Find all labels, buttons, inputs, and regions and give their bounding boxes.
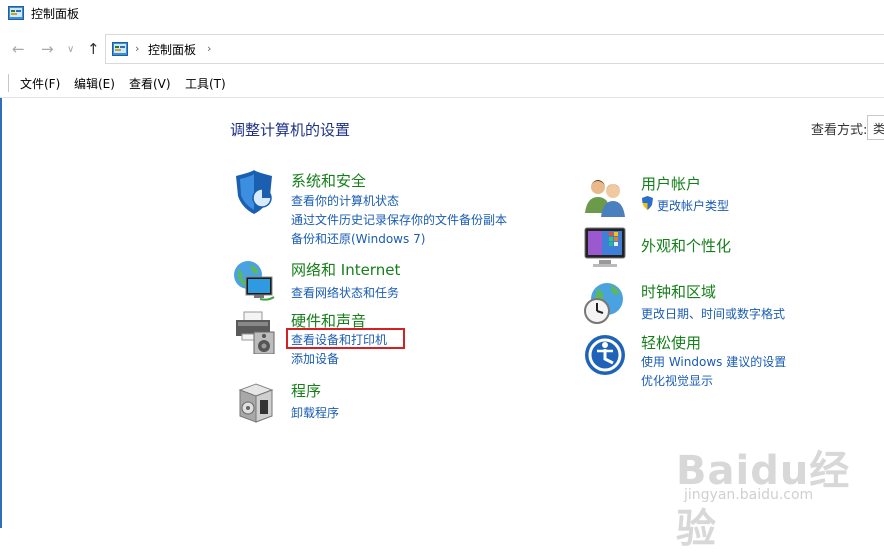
printer-speaker-icon[interactable] bbox=[232, 310, 276, 354]
link-file-history-backup[interactable]: 通过文件历史记录保存你的文件备份副本 bbox=[291, 211, 507, 228]
baidu-watermark-url: jingyan.baidu.com bbox=[684, 487, 814, 503]
page-title: 调整计算机的设置 bbox=[230, 121, 351, 139]
menu-grip bbox=[8, 74, 9, 92]
view-by-dropdown[interactable]: 类 bbox=[867, 115, 884, 140]
category-system-security[interactable]: 系统和安全 bbox=[291, 170, 366, 191]
menu-view[interactable]: 查看(V) bbox=[129, 75, 171, 92]
up-button[interactable]: ↑ bbox=[87, 40, 100, 58]
accessibility-icon[interactable] bbox=[583, 333, 627, 377]
clock-globe-icon[interactable] bbox=[583, 281, 627, 325]
category-appearance-personalization[interactable]: 外观和个性化 bbox=[641, 235, 731, 256]
link-change-account-type[interactable]: 更改帐户类型 bbox=[657, 197, 729, 214]
breadcrumb-control-panel[interactable]: 控制面板 bbox=[148, 41, 196, 58]
link-uninstall-program[interactable]: 卸载程序 bbox=[291, 404, 339, 421]
link-recommended-settings[interactable]: 使用 Windows 建议的设置 bbox=[641, 353, 786, 370]
link-view-computer-status[interactable]: 查看你的计算机状态 bbox=[291, 192, 399, 209]
category-clock-region[interactable]: 时钟和区域 bbox=[641, 281, 716, 302]
users-icon[interactable] bbox=[583, 173, 627, 217]
uac-shield-icon bbox=[642, 196, 653, 210]
link-optimize-visual-display[interactable]: 优化视觉显示 bbox=[641, 372, 713, 389]
category-user-accounts[interactable]: 用户帐户 bbox=[641, 173, 701, 194]
menu-file[interactable]: 文件(F) bbox=[20, 75, 60, 92]
globe-network-icon[interactable] bbox=[232, 259, 276, 303]
window-title: 控制面板 bbox=[31, 7, 80, 21]
menu-bar: 文件(F) 编辑(E) 查看(V) 工具(T) bbox=[0, 68, 884, 98]
program-box-icon[interactable] bbox=[234, 380, 278, 424]
chevron-right-icon[interactable]: › bbox=[207, 42, 211, 55]
monitor-palette-icon[interactable] bbox=[583, 226, 627, 270]
title-bar: 控制面板 bbox=[0, 0, 884, 28]
forward-button[interactable]: → bbox=[41, 40, 54, 58]
back-button[interactable]: ← bbox=[12, 40, 25, 58]
menu-tools[interactable]: 工具(T) bbox=[185, 75, 226, 92]
control-panel-icon bbox=[112, 42, 128, 56]
shield-icon[interactable] bbox=[232, 170, 276, 214]
menu-edit[interactable]: 编辑(E) bbox=[74, 75, 115, 92]
window-edge bbox=[0, 98, 2, 528]
link-backup-restore[interactable]: 备份和还原(Windows 7) bbox=[291, 230, 425, 247]
link-network-status[interactable]: 查看网络状态和任务 bbox=[291, 284, 399, 301]
control-panel-icon bbox=[8, 6, 24, 20]
chevron-right-icon[interactable]: › bbox=[135, 42, 139, 55]
link-change-date-time-format[interactable]: 更改日期、时间或数字格式 bbox=[641, 305, 785, 322]
link-add-device[interactable]: 添加设备 bbox=[291, 350, 339, 367]
recent-locations-button[interactable]: ∨ bbox=[67, 44, 74, 55]
category-ease-of-access[interactable]: 轻松使用 bbox=[641, 332, 701, 353]
category-programs[interactable]: 程序 bbox=[291, 380, 321, 401]
highlight-box bbox=[286, 328, 405, 349]
address-bar[interactable]: › 控制面板 › bbox=[105, 34, 884, 64]
view-by-label: 查看方式: bbox=[811, 123, 868, 138]
category-network-internet[interactable]: 网络和 Internet bbox=[291, 259, 400, 280]
